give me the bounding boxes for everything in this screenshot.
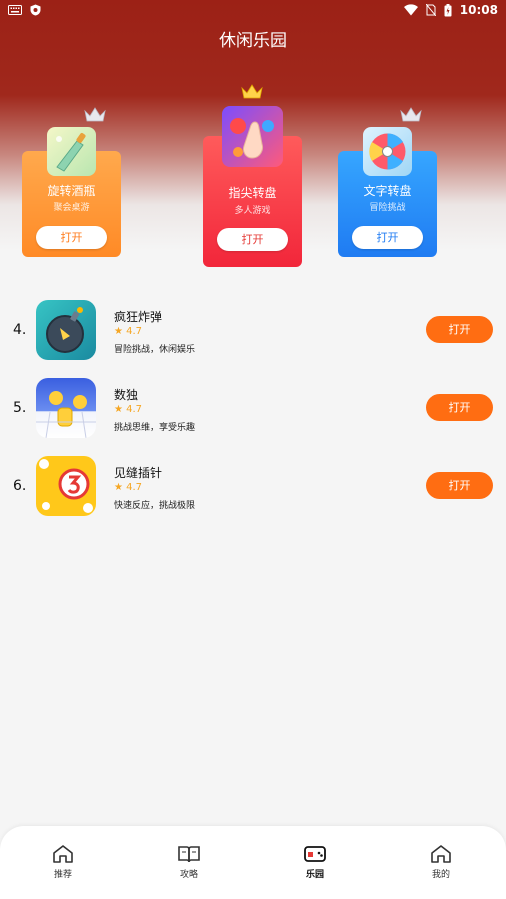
wifi-icon (403, 4, 418, 16)
open-button[interactable]: 打开 (352, 226, 423, 249)
nav-label: 攻略 (179, 870, 198, 880)
nav-label: 我的 (431, 870, 450, 880)
nav-label: 推荐 (53, 870, 72, 880)
bomb-game-icon (36, 300, 96, 360)
app-description: 冒险挑战，休闲娱乐 (114, 345, 196, 355)
app-rating: ★ 4.7 (114, 326, 143, 337)
open-button[interactable]: 打开 (217, 228, 288, 251)
battery-icon (444, 3, 452, 16)
profile-home-icon (431, 845, 451, 863)
rank-number: 6. (13, 478, 27, 494)
no-sim-icon (425, 4, 436, 16)
open-button[interactable]: 打开 (426, 394, 493, 421)
open-button[interactable]: 打开 (36, 226, 107, 249)
nav-item-recommend[interactable]: 推荐 (33, 844, 93, 880)
open-button[interactable]: 打开 (426, 316, 493, 343)
shield-icon (30, 4, 41, 16)
bottle-game-icon (47, 127, 96, 176)
sudoku-game-icon (36, 378, 96, 438)
top-game-name: 旋转酒瓶 (47, 184, 96, 198)
crown-icon (400, 107, 422, 122)
app-name: 见缝插针 (114, 466, 163, 480)
top-game-subtitle: 冒险挑战 (369, 203, 406, 213)
rank-number: 4. (13, 322, 27, 338)
list-item[interactable]: 6. 见缝插针 ★ 4.7 快速反应，挑战极限 打开 (0, 456, 506, 518)
top-game-name: 文字转盘 (363, 184, 412, 198)
list-item[interactable]: 5. 数独 ★ 4.7 挑战思维，享受乐趣 打开 (0, 378, 506, 440)
pin-game-icon (36, 456, 96, 516)
keyboard-icon (8, 5, 22, 15)
top-game-card-1[interactable]: 旋转酒瓶 聚会桌游 打开 (22, 107, 121, 257)
app-description: 快速反应，挑战极限 (114, 501, 196, 511)
app-rating: ★ 4.7 (114, 482, 143, 493)
list-item[interactable]: 4. 疯狂炸弹 ★ 4.7 冒险挑战，休闲娱乐 打开 (0, 300, 506, 362)
app-rating: ★ 4.7 (114, 404, 143, 415)
app-name: 数独 (114, 388, 139, 402)
open-button[interactable]: 打开 (426, 472, 493, 499)
finger-spinner-icon (222, 106, 283, 167)
home-icon (53, 845, 73, 863)
top-game-card-3[interactable]: 文字转盘 冒险挑战 打开 (338, 107, 437, 257)
top-game-subtitle: 聚会桌游 (53, 203, 90, 213)
rank-number: 5. (13, 400, 27, 416)
top-game-card-2[interactable]: 指尖转盘 多人游戏 打开 (203, 84, 302, 267)
top-game-name: 指尖转盘 (228, 186, 277, 200)
word-wheel-icon (363, 127, 412, 176)
nav-item-park[interactable]: 乐园 (285, 844, 345, 880)
nav-label: 乐园 (305, 870, 324, 880)
gamepad-icon (304, 846, 326, 862)
status-bar: 10:08 (0, 0, 506, 22)
page-title: 休闲乐园 (219, 31, 287, 51)
book-icon (178, 846, 200, 863)
top-game-subtitle: 多人游戏 (234, 206, 271, 216)
nav-item-mine[interactable]: 我的 (411, 844, 471, 880)
status-time: 10:08 (459, 3, 498, 17)
crown-icon (241, 84, 263, 99)
nav-item-guide[interactable]: 攻略 (159, 844, 219, 880)
app-name: 疯狂炸弹 (114, 310, 163, 324)
bottom-nav: 推荐 攻略 乐园 我的 (0, 826, 506, 899)
crown-icon (84, 107, 106, 122)
app-description: 挑战思维，享受乐趣 (114, 423, 196, 433)
